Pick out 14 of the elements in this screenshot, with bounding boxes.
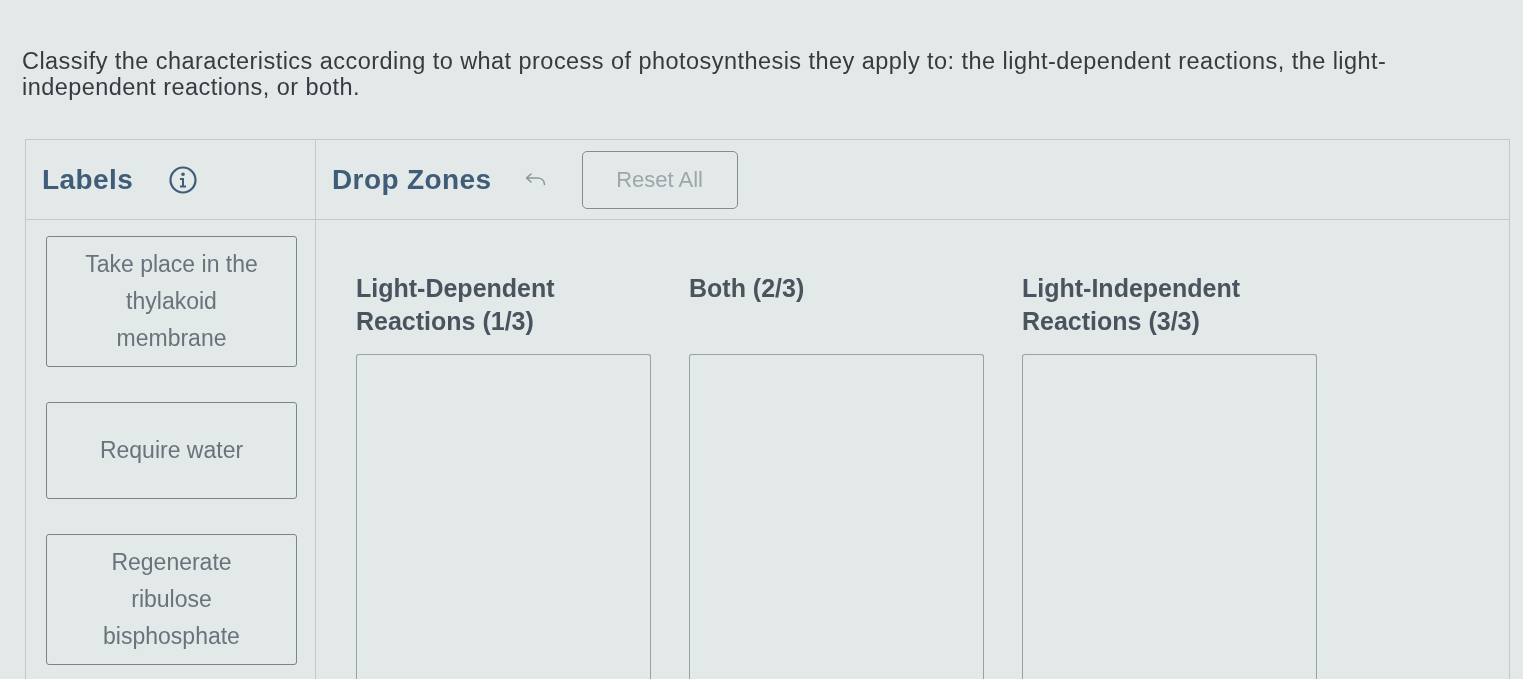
back-arrow-icon [523, 172, 546, 187]
drop-zone[interactable] [1022, 354, 1317, 679]
drop-zone[interactable] [689, 354, 984, 679]
panel-title: Labels [42, 162, 134, 197]
drop-zone[interactable] [356, 354, 651, 679]
drop-zone-title: Light-Dependent Reactions (1/3) [356, 273, 556, 337]
question-text: Classify the characteristics according to what process of photosynthesis they apply to: the light-dependent reactions, the light-independent reactions, or both. [22, 48, 1388, 100]
label-card[interactable]: Take place in the thylakoid membrane [46, 236, 297, 367]
panel-title: Drop Zones [332, 162, 492, 197]
label-card[interactable]: Regenerate ribulose bisphosphate [46, 534, 297, 665]
drop-zone-title: Light-Independent Reactions (3/3) [1022, 273, 1242, 337]
drop-zone-title: Both (2/3) [689, 273, 805, 304]
label-card[interactable]: Require water [46, 402, 297, 499]
info-icon[interactable] [169, 165, 198, 194]
